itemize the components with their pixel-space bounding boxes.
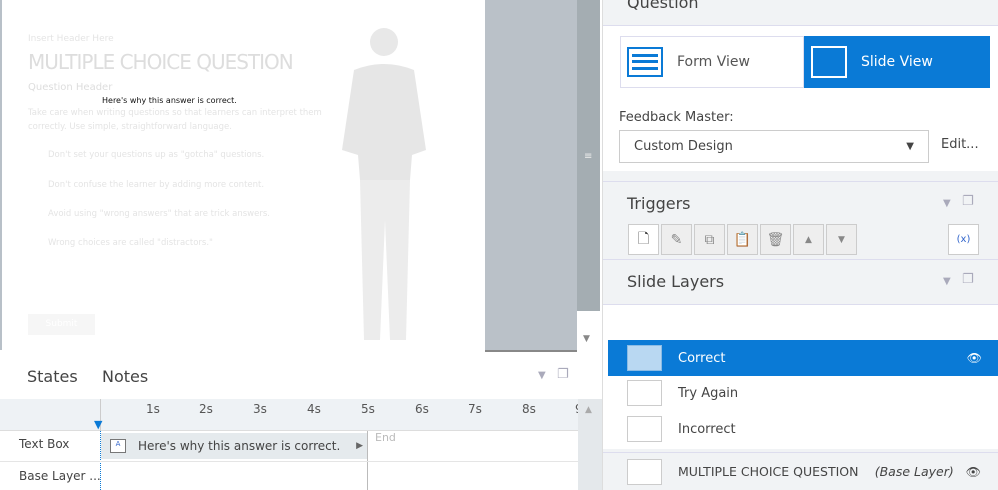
float-panel-icon[interactable]: ❐ bbox=[962, 194, 974, 209]
move-down-button[interactable]: ▼ bbox=[826, 224, 857, 255]
slide-layers-title: Slide Layers bbox=[627, 272, 725, 291]
tick-label: 2s bbox=[199, 402, 213, 416]
slide-view-icon bbox=[811, 46, 847, 78]
collapse-icon[interactable]: ▼ bbox=[943, 276, 951, 287]
form-view-label: Form View bbox=[677, 54, 750, 70]
layer-item-incorrect[interactable]: Incorrect bbox=[608, 411, 998, 447]
question-body: Take care when writing questions so that… bbox=[28, 108, 322, 132]
layer-thumbnail bbox=[627, 345, 662, 371]
stage-background bbox=[485, 0, 577, 352]
base-layer-tag: (Base Layer) bbox=[874, 464, 954, 479]
eye-icon[interactable]: 👁 bbox=[966, 465, 981, 479]
properties-panel: Question Form View Slide View Feedback M… bbox=[602, 0, 998, 490]
tick-label: 8s bbox=[522, 402, 536, 416]
layer-thumbnail bbox=[627, 416, 662, 442]
layer-name: Try Again bbox=[678, 385, 739, 401]
slide-canvas[interactable]: Insert Header Here MULTIPLE CHOICE QUEST… bbox=[0, 0, 485, 350]
float-panel-icon[interactable]: ❐ bbox=[557, 367, 569, 382]
layer-thumbnail bbox=[627, 380, 662, 406]
end-marker: End bbox=[375, 431, 396, 444]
insert-header: Insert Header Here bbox=[28, 34, 114, 44]
triggers-title: Triggers bbox=[627, 194, 691, 213]
tab-states[interactable]: States bbox=[27, 367, 78, 386]
feedback-master-label: Feedback Master: bbox=[619, 110, 734, 125]
vertical-scrollbar[interactable]: ≡ ▼ bbox=[577, 0, 600, 352]
textbox-icon: A bbox=[110, 439, 126, 453]
tab-notes[interactable]: Notes bbox=[102, 367, 148, 386]
timeline-ruler[interactable]: 1s 2s 3s 4s 5s 6s 7s 8s 9 ▼ bbox=[0, 399, 602, 431]
scroll-down-icon[interactable]: ▼ bbox=[583, 334, 590, 344]
eye-icon[interactable]: 👁 bbox=[967, 351, 982, 365]
tick-label: 5s bbox=[361, 402, 375, 416]
bar-label: Here's why this answer is correct. bbox=[138, 439, 341, 453]
select-value: Custom Design bbox=[634, 139, 733, 154]
copy-trigger-button[interactable]: ⧉ bbox=[694, 224, 725, 255]
dropdown-arrow-icon: ▼ bbox=[906, 141, 914, 152]
paste-trigger-button[interactable]: 📋 bbox=[727, 224, 758, 255]
collapse-icon[interactable]: ▼ bbox=[538, 370, 546, 381]
character-image bbox=[342, 28, 426, 340]
form-view-button[interactable]: Form View bbox=[620, 36, 804, 88]
slide-view-button[interactable]: Slide View bbox=[804, 36, 990, 88]
timeline-scrollbar[interactable]: ▲ bbox=[578, 399, 602, 490]
choice-1: Don't set your questions up as "gotcha" … bbox=[48, 150, 265, 160]
question-header: Question Header bbox=[28, 82, 113, 93]
timeline-bar-text-box[interactable]: A Here's why this answer is correct. ▶ bbox=[101, 433, 367, 459]
slide-view-label: Slide View bbox=[861, 54, 933, 70]
layer-name: Correct bbox=[678, 350, 726, 366]
expand-arrow-icon[interactable]: ▶ bbox=[356, 441, 363, 451]
layer-name: MULTIPLE CHOICE QUESTION bbox=[678, 464, 859, 479]
feedback-master-select[interactable]: Custom Design ▼ bbox=[619, 130, 929, 163]
layer-item-base[interactable]: MULTIPLE CHOICE QUESTION (Base Layer) 👁 bbox=[603, 452, 998, 490]
layer-thumbnail bbox=[627, 458, 662, 485]
question-panel-title: Question bbox=[627, 0, 699, 12]
grip-icon: ≡ bbox=[584, 151, 593, 162]
move-up-button[interactable]: ▲ bbox=[793, 224, 824, 255]
submit-button: Submit bbox=[28, 314, 95, 335]
edit-button[interactable]: Edit... bbox=[941, 137, 979, 152]
tick-label: 7s bbox=[468, 402, 482, 416]
playhead-icon[interactable]: ▼ bbox=[94, 418, 102, 431]
new-trigger-button[interactable]: 🗋 bbox=[628, 224, 659, 255]
collapse-icon[interactable]: ▼ bbox=[943, 198, 951, 209]
tick-label: 4s bbox=[307, 402, 321, 416]
edit-trigger-button[interactable]: ✎ bbox=[661, 224, 692, 255]
row-label-base-layer[interactable]: Base Layer ... bbox=[19, 469, 101, 483]
tick-label: 3s bbox=[253, 402, 267, 416]
tick-label: 6s bbox=[415, 402, 429, 416]
layer-name: Incorrect bbox=[678, 421, 736, 437]
tick-label: 1s bbox=[146, 402, 160, 416]
layer-item-correct[interactable]: Correct 👁 bbox=[608, 340, 998, 376]
slide-title: MULTIPLE CHOICE QUESTION bbox=[28, 50, 294, 74]
choice-4: Wrong choices are called "distractors." bbox=[48, 238, 213, 248]
layer-item-try-again[interactable]: Try Again bbox=[608, 375, 998, 411]
scrollbar-thumb[interactable]: ≡ bbox=[577, 0, 600, 311]
delete-trigger-button[interactable]: 🗑 bbox=[760, 224, 791, 255]
form-view-icon bbox=[627, 47, 663, 77]
choice-2: Don't confuse the learner by adding more… bbox=[48, 180, 265, 190]
timeline-panel: States Notes ▼ ❐ 1s 2s 3s 4s 5s 6s 7s 8s… bbox=[0, 352, 602, 490]
row-label-text-box[interactable]: Text Box bbox=[19, 437, 69, 451]
feedback-text[interactable]: Here's why this answer is correct. bbox=[102, 96, 237, 105]
variables-button[interactable]: (x) bbox=[948, 224, 979, 255]
float-panel-icon[interactable]: ❐ bbox=[962, 272, 974, 287]
choice-3: Avoid using "wrong answers" that are tri… bbox=[48, 209, 270, 219]
